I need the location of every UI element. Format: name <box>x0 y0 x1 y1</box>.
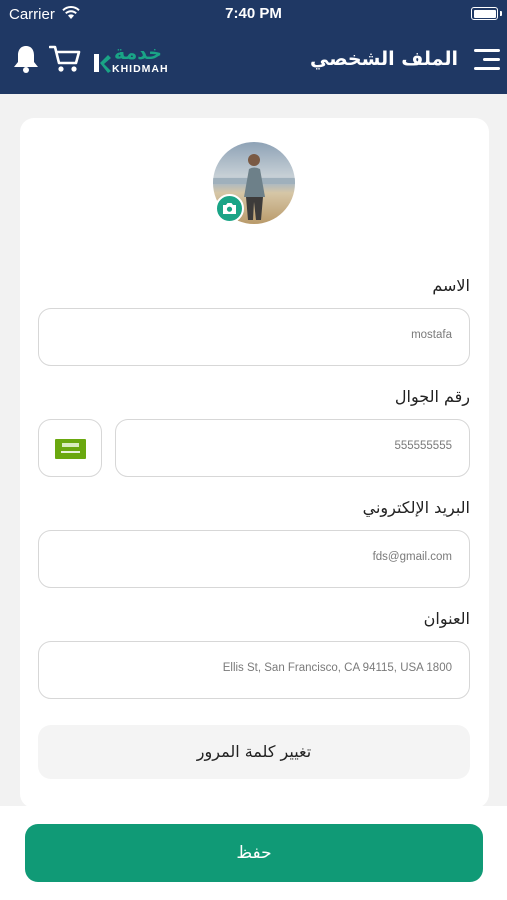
logo-english-text: KHIDMAH <box>112 63 169 75</box>
camera-badge[interactable] <box>215 194 244 223</box>
logo-arabic-text: خدمة <box>114 42 162 64</box>
email-value: fds@gmail.com <box>372 551 452 563</box>
logo-mark-icon <box>94 54 111 73</box>
page-title: الملف الشخصي <box>309 48 458 70</box>
khidmah-logo: خدمة KHIDMAH <box>92 42 184 78</box>
battery-tip <box>500 11 502 16</box>
name-label: الاسم <box>432 276 470 295</box>
cart-icon[interactable] <box>49 44 81 74</box>
address-label: العنوان <box>423 609 470 628</box>
address-value: Ellis St, San Francisco, CA 94115, USA 1… <box>222 662 452 674</box>
bell-icon[interactable] <box>12 44 40 74</box>
change-password-button[interactable]: تغيير كلمة المرور <box>38 725 470 779</box>
country-code-selector[interactable] <box>38 419 102 477</box>
app-header: Carrier 7:40 PM خدمة KHIDMAH الملف الشخص… <box>0 0 507 94</box>
phone-field[interactable]: 555555555 <box>115 419 470 477</box>
email-label: البريد الإلكتروني <box>362 498 470 517</box>
battery-icon <box>471 7 498 20</box>
email-field[interactable]: fds@gmail.com <box>38 530 470 588</box>
address-field[interactable]: Ellis St, San Francisco, CA 94115, USA 1… <box>38 641 470 699</box>
name-value: mostafa <box>411 329 452 341</box>
camera-icon <box>223 203 236 214</box>
name-field[interactable]: mostafa <box>38 308 470 366</box>
status-bar: Carrier 7:40 PM <box>0 0 507 28</box>
menu-icon[interactable] <box>468 46 500 74</box>
save-button[interactable]: حفظ <box>25 824 483 882</box>
saudi-flag-icon <box>55 439 86 459</box>
phone-value: 555555555 <box>394 440 452 452</box>
phone-label: رقم الجوال <box>394 387 470 406</box>
clock: 7:40 PM <box>225 5 282 22</box>
